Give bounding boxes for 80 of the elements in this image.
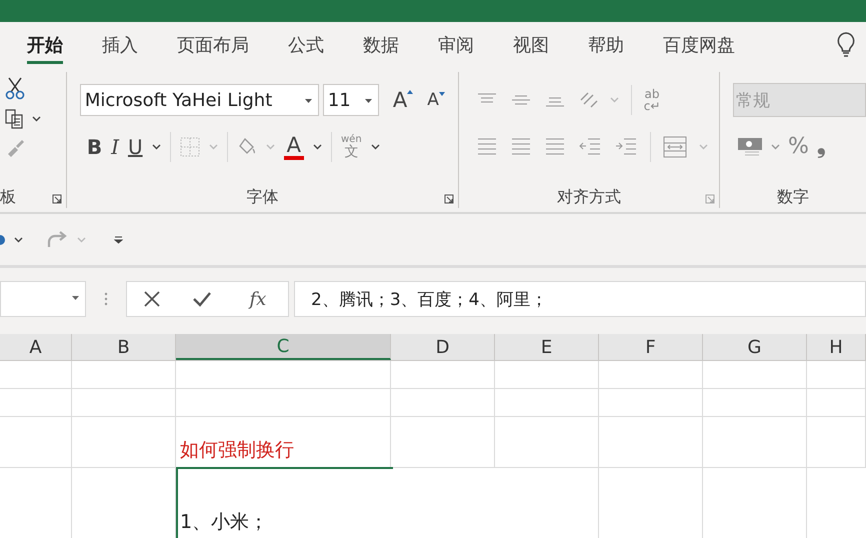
formula-field[interactable]: 2、腾讯；3、百度；4、阿里； [294, 281, 866, 317]
group-label: 字体 [246, 186, 278, 208]
ribbon-tab[interactable]: 页面布局 [177, 26, 249, 64]
table-cell[interactable] [72, 389, 176, 417]
table-cell[interactable]: 1、小米； [176, 468, 599, 538]
ribbon-tab[interactable]: 数据 [363, 26, 399, 64]
column-header[interactable]: A [0, 334, 72, 360]
column-header[interactable]: D [391, 334, 495, 360]
table-cell[interactable] [703, 361, 807, 389]
table-cell[interactable] [72, 417, 176, 468]
table-cell[interactable] [703, 389, 807, 417]
table-cell[interactable] [599, 361, 703, 389]
table-cell[interactable] [495, 417, 599, 468]
font-style-button[interactable]: I [111, 134, 119, 159]
ribbon-tab[interactable]: 插入 [102, 26, 138, 64]
table-cell[interactable]: 如何强制换行 [176, 417, 391, 468]
table-cell[interactable] [176, 361, 391, 389]
group-label: 数字 [777, 186, 809, 208]
redo-icon[interactable] [45, 230, 69, 248]
ribbon-tab[interactable]: 公式 [288, 26, 324, 64]
table-cell[interactable] [0, 417, 72, 468]
table-cell[interactable] [176, 389, 391, 417]
table-cell[interactable] [807, 361, 866, 389]
triangle-down-icon [438, 92, 445, 96]
currency-icon[interactable] [737, 136, 763, 157]
font-color-button[interactable]: A [284, 134, 304, 160]
table-cell[interactable] [0, 361, 72, 389]
cell-text: 如何强制换行 [180, 438, 294, 463]
caret-icon[interactable] [72, 296, 79, 300]
merge-cells-icon[interactable] [662, 136, 687, 158]
column-header[interactable]: F [599, 334, 703, 360]
ribbon-tab[interactable]: 开始 [27, 26, 63, 64]
font-name-dropdown[interactable]: Microsoft YaHei Light [80, 84, 319, 116]
scissors-icon[interactable] [4, 76, 26, 100]
table-cell[interactable] [391, 361, 495, 389]
drag-handle-icon[interactable] [104, 292, 108, 306]
caret-icon[interactable] [304, 99, 312, 104]
insert-function-button[interactable]: fx [243, 288, 272, 310]
table-cell[interactable] [599, 389, 703, 417]
table-cell[interactable] [495, 361, 599, 389]
font-style-button[interactable]: U [128, 134, 143, 159]
borders-icon[interactable] [180, 136, 200, 157]
font-style-button[interactable]: B [86, 134, 102, 159]
font-size-dropdown[interactable]: 11 [322, 84, 379, 116]
caret-icon[interactable] [32, 116, 41, 122]
triangle-up-icon [407, 90, 414, 94]
table-cell[interactable] [703, 417, 807, 468]
table-cell[interactable] [495, 389, 599, 417]
column-header[interactable]: E [495, 334, 599, 360]
comma-style-button[interactable]: ❟ [816, 134, 826, 160]
caret-icon[interactable] [364, 99, 372, 104]
caret-icon[interactable] [14, 236, 23, 242]
caret-icon[interactable] [312, 144, 322, 150]
cell-text: 1、小米； [180, 510, 268, 535]
column-header[interactable]: H [807, 334, 866, 360]
shrink-font-button[interactable]: A [427, 90, 445, 110]
caret-icon[interactable] [152, 144, 161, 150]
table-cell[interactable] [391, 417, 495, 468]
cancel-icon[interactable] [142, 290, 161, 308]
ribbon-tab[interactable]: 帮助 [588, 26, 624, 64]
dialog-launcher-icon[interactable] [444, 194, 454, 204]
group-label: 板 [0, 187, 16, 208]
table-cell[interactable] [807, 389, 866, 417]
lightbulb-icon[interactable] [836, 31, 856, 59]
column-header[interactable]: C [176, 334, 391, 360]
undo-icon[interactable] [0, 232, 6, 246]
caret-icon[interactable] [370, 144, 380, 150]
column-header[interactable]: G [703, 334, 807, 360]
table-cell[interactable] [0, 389, 72, 417]
customize-menu-icon[interactable] [114, 235, 123, 244]
table-cell[interactable] [391, 389, 495, 417]
group-label: 对齐方式 [556, 186, 621, 208]
table-cell[interactable] [72, 361, 176, 389]
ribbon-tab[interactable]: 百度网盘 [663, 26, 735, 64]
ribbon-tab[interactable]: 视图 [513, 26, 549, 64]
checkmark-icon[interactable] [192, 291, 212, 307]
dialog-launcher-icon[interactable] [52, 194, 62, 204]
table-cell[interactable] [599, 417, 703, 468]
ribbon-tab[interactable]: 审阅 [438, 26, 474, 64]
grow-font-button[interactable]: A [392, 88, 414, 112]
